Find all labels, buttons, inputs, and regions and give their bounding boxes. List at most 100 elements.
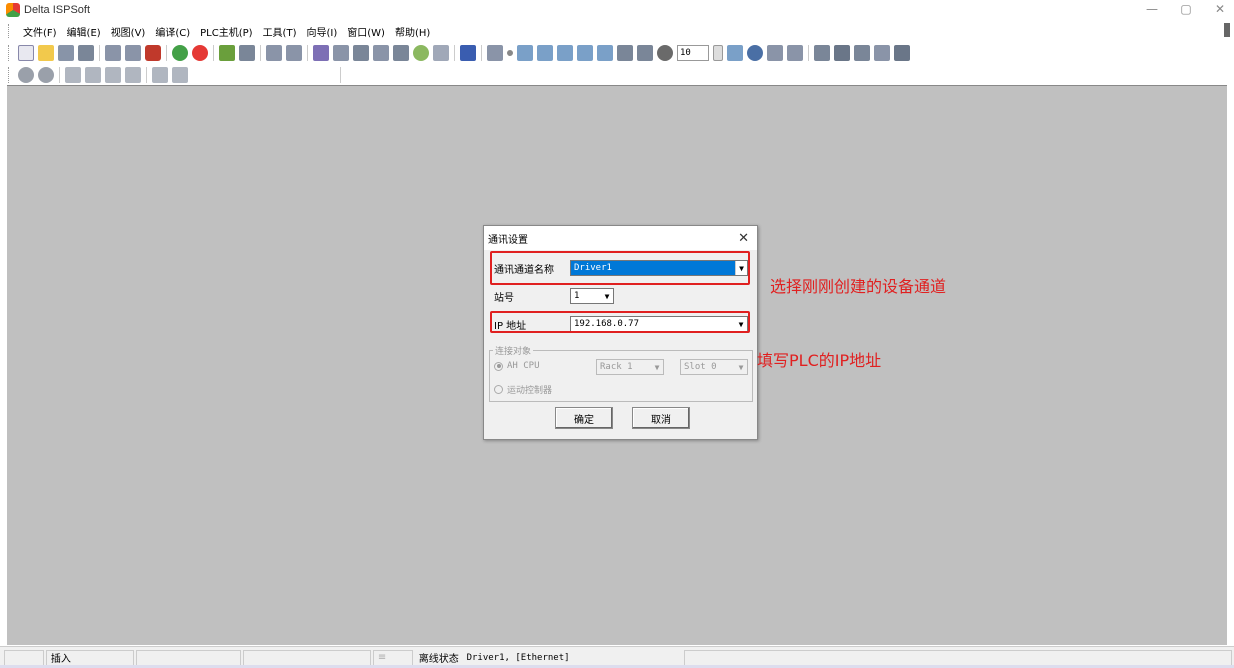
link-icon[interactable] xyxy=(787,45,803,61)
ip-annotation: 填写PLC的IP地址 xyxy=(757,351,882,370)
status-grip-icon: ≡ xyxy=(372,649,413,666)
redo-icon[interactable] xyxy=(38,67,54,83)
spinner-icon[interactable] xyxy=(713,45,723,61)
zoom-icon[interactable] xyxy=(657,45,673,61)
instruction-icon[interactable] xyxy=(637,45,653,61)
chevron-down-icon[interactable]: ▼ xyxy=(601,289,613,303)
comm-icon[interactable] xyxy=(373,45,389,61)
menu-plc[interactable]: PLC主机(P) xyxy=(195,24,257,39)
window-tile-icon[interactable] xyxy=(814,45,830,61)
run-icon[interactable] xyxy=(172,45,188,61)
zoom-value-input[interactable]: 10 xyxy=(677,45,709,61)
toolbar-separator xyxy=(260,45,261,61)
menu-edit[interactable]: 编辑(E) xyxy=(62,24,106,39)
save-icon[interactable] xyxy=(58,45,74,61)
window-cascade-icon[interactable] xyxy=(834,45,850,61)
refresh-icon[interactable] xyxy=(767,45,783,61)
slot-select[interactable]: Slot 0 ▼ xyxy=(680,359,748,375)
online-icon[interactable] xyxy=(747,45,763,61)
menu-view[interactable]: 视图(V) xyxy=(106,24,151,39)
toolbar-separator xyxy=(146,67,147,83)
contact-nc-icon[interactable] xyxy=(537,45,553,61)
window-split-icon[interactable] xyxy=(854,45,870,61)
function-block-icon[interactable] xyxy=(617,45,633,61)
ladder-icon[interactable] xyxy=(487,45,503,61)
edit-mode-icon[interactable] xyxy=(313,45,329,61)
monitor-icon[interactable] xyxy=(266,45,282,61)
cancel-button[interactable]: 取消 xyxy=(632,407,690,429)
toolbar-separator xyxy=(307,45,308,61)
maximize-icon[interactable]: ▢ xyxy=(1178,2,1194,16)
radio-selected-icon xyxy=(494,361,503,371)
channel-highlight-box xyxy=(490,251,750,285)
toolbar-grip[interactable] xyxy=(8,45,12,61)
stop-icon[interactable] xyxy=(192,45,208,61)
chevron-down-icon[interactable]: ▼ xyxy=(735,360,747,374)
chevron-down-icon[interactable]: ▼ xyxy=(651,360,663,374)
dialog-titlebar: 通讯设置 ✕ xyxy=(484,226,757,250)
menubar-grip[interactable] xyxy=(8,24,12,38)
menubar-overflow-icon[interactable] xyxy=(1224,23,1230,37)
contact-no-icon[interactable] xyxy=(517,45,533,61)
paste-icon[interactable] xyxy=(105,67,121,83)
window-full-icon[interactable] xyxy=(894,45,910,61)
new-file-icon[interactable] xyxy=(18,45,34,61)
menubar: 文件(F) 编辑(E) 视图(V) 编译(C) PLC主机(P) 工具(T) 向… xyxy=(0,20,1234,42)
channel-annotation: 选择刚刚创建的设备通道 xyxy=(770,277,947,296)
rack-value: Rack 1 xyxy=(600,362,633,372)
find-icon[interactable] xyxy=(152,67,168,83)
close-icon[interactable]: ✕ xyxy=(1212,2,1228,16)
status-cell xyxy=(135,649,242,666)
row-insert-icon[interactable] xyxy=(727,45,743,61)
upload-icon[interactable] xyxy=(239,45,255,61)
toolbar-separator xyxy=(99,45,100,61)
station-select[interactable]: 1 ▼ xyxy=(570,288,614,304)
dot-icon[interactable] xyxy=(507,50,513,56)
network-icon[interactable] xyxy=(460,45,476,61)
radio-ah-cpu[interactable]: AH CPU xyxy=(494,361,540,371)
table-icon[interactable] xyxy=(353,45,369,61)
dialog-title: 通讯设置 xyxy=(488,234,528,246)
copy2-icon[interactable] xyxy=(85,67,101,83)
connection-target-group: 连接对象 AH CPU Rack 1 ▼ Slot 0 ▼ 运动控制器 xyxy=(489,344,753,402)
device-icon[interactable] xyxy=(333,45,349,61)
print-icon[interactable] xyxy=(78,45,94,61)
ok-button[interactable]: 确定 xyxy=(555,407,613,429)
bulb-icon[interactable] xyxy=(413,45,429,61)
station-row: 站号 1 ▼ xyxy=(494,288,614,304)
menu-help[interactable]: 帮助(H) xyxy=(390,24,435,39)
window-title: Delta ISPSoft xyxy=(24,4,91,16)
dialog-close-icon[interactable]: ✕ xyxy=(738,231,749,246)
menu-window[interactable]: 窗口(W) xyxy=(342,24,390,39)
monitor-stop-icon[interactable] xyxy=(286,45,302,61)
status-cell xyxy=(243,649,371,666)
contact-fall-icon[interactable] xyxy=(577,45,593,61)
toolbar-separator xyxy=(481,45,482,61)
menu-wizard[interactable]: 向导(I) xyxy=(301,24,342,39)
eraser-icon[interactable] xyxy=(125,67,141,83)
cut-icon[interactable] xyxy=(105,45,121,61)
window-list-icon[interactable] xyxy=(874,45,890,61)
download-icon[interactable] xyxy=(219,45,235,61)
menu-file[interactable]: 文件(F) xyxy=(18,24,62,39)
rack-select[interactable]: Rack 1 ▼ xyxy=(596,359,664,375)
undo-icon[interactable] xyxy=(18,67,34,83)
contact-rise-icon[interactable] xyxy=(557,45,573,61)
open-folder-icon[interactable] xyxy=(38,45,54,61)
scissors-icon[interactable] xyxy=(65,67,81,83)
minimize-icon[interactable]: — xyxy=(1144,2,1160,16)
group-label: 连接对象 xyxy=(493,344,534,357)
compile-icon[interactable] xyxy=(145,45,161,61)
menu-compile[interactable]: 编译(C) xyxy=(150,24,195,39)
replace-icon[interactable] xyxy=(172,67,188,83)
menu-tools[interactable]: 工具(T) xyxy=(258,24,302,39)
radio-motion-controller[interactable]: 运动控制器 xyxy=(494,383,552,396)
window-controls: — ▢ ✕ xyxy=(1144,2,1228,16)
coil-icon[interactable] xyxy=(597,45,613,61)
copy-icon[interactable] xyxy=(125,45,141,61)
toolbar-separator xyxy=(166,45,167,61)
settings-icon[interactable] xyxy=(433,45,449,61)
toolbar-grip[interactable] xyxy=(8,67,12,83)
ethernet-icon[interactable] xyxy=(393,45,409,61)
toolbar-separator xyxy=(808,45,809,61)
